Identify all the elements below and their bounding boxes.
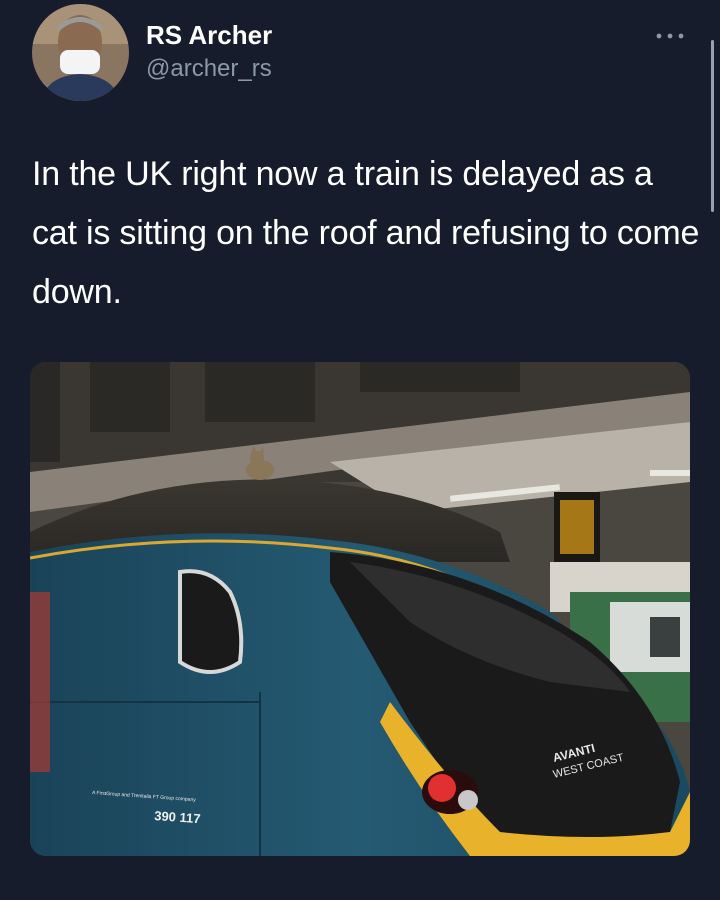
author-display-name[interactable]: RS Archer <box>146 20 272 50</box>
more-options-button[interactable] <box>652 22 688 42</box>
tweet-text: In the UK right now a train is delayed a… <box>32 155 700 311</box>
author-handle[interactable]: @archer_rs <box>146 54 272 84</box>
scrollbar[interactable] <box>711 40 714 212</box>
author-block: RS Archer @archer_rs <box>146 20 272 84</box>
photo-train-with-cat: AVANTI WEST COAST A FirstGroup and Treni… <box>30 362 690 856</box>
avatar[interactable] <box>32 4 129 101</box>
avatar-image <box>32 4 129 101</box>
more-dots-icon <box>656 33 684 39</box>
tweet-photo[interactable]: AVANTI WEST COAST A FirstGroup and Treni… <box>30 362 690 856</box>
